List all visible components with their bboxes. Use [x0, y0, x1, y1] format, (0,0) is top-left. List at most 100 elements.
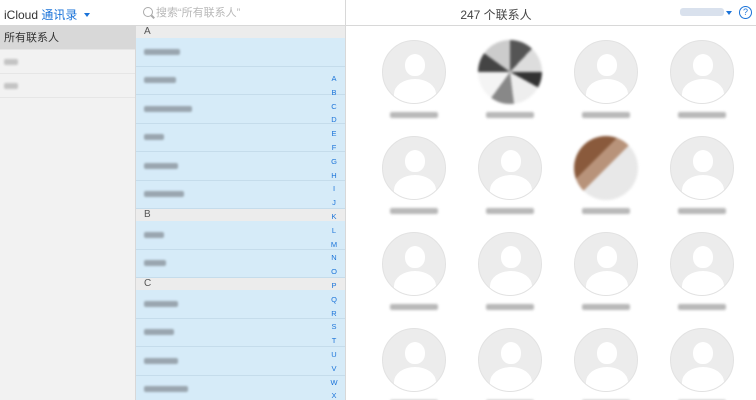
index-letter-f[interactable]: F: [326, 141, 342, 155]
contact-card[interactable]: [470, 328, 550, 400]
search-input[interactable]: [156, 4, 336, 22]
app-switcher-label[interactable]: 通讯录: [41, 8, 77, 22]
index-letter-w[interactable]: W: [326, 376, 342, 390]
alphabet-index[interactable]: ABCDEFGHIJKLMNOPQRSTUVWX: [326, 72, 342, 400]
index-letter-d[interactable]: D: [326, 113, 342, 127]
search-box[interactable]: [136, 0, 346, 26]
person-silhouette-icon: [682, 367, 724, 391]
index-letter-k[interactable]: K: [326, 210, 342, 224]
contact-card[interactable]: [566, 40, 646, 132]
contact-card[interactable]: [374, 232, 454, 324]
list-item[interactable]: [136, 290, 345, 319]
contact-name-redacted: [678, 112, 726, 118]
index-letter-e[interactable]: E: [326, 127, 342, 141]
person-silhouette-icon: [682, 175, 724, 199]
contact-count-title: 247 个联系人: [460, 8, 532, 22]
list-item[interactable]: [136, 38, 345, 67]
section-header-b: B: [136, 209, 345, 221]
index-letter-u[interactable]: U: [326, 348, 342, 362]
person-silhouette-icon: [501, 150, 521, 172]
index-letter-m[interactable]: M: [326, 238, 342, 252]
list-item[interactable]: [136, 181, 345, 209]
list-item[interactable]: [136, 319, 345, 347]
account-name[interactable]: [680, 8, 724, 16]
index-letter-i[interactable]: I: [326, 182, 342, 196]
contact-card[interactable]: [470, 136, 550, 228]
contact-card[interactable]: [662, 232, 742, 324]
person-silhouette-icon: [586, 271, 628, 295]
index-letter-q[interactable]: Q: [326, 293, 342, 307]
person-silhouette-icon: [682, 79, 724, 103]
contact-avatar: [574, 40, 638, 104]
index-letter-v[interactable]: V: [326, 362, 342, 376]
contact-avatar: [382, 40, 446, 104]
index-letter-c[interactable]: C: [326, 100, 342, 114]
person-silhouette-icon: [597, 342, 617, 364]
contact-avatar: [574, 328, 638, 392]
contact-name-redacted: [582, 304, 630, 310]
contact-card[interactable]: [374, 136, 454, 228]
contact-name-redacted: [486, 208, 534, 214]
index-letter-n[interactable]: N: [326, 251, 342, 265]
list-item[interactable]: [136, 347, 345, 376]
help-icon[interactable]: ?: [739, 6, 752, 19]
index-letter-o[interactable]: O: [326, 265, 342, 279]
contact-card[interactable]: [662, 136, 742, 228]
person-silhouette-icon: [597, 246, 617, 268]
contact-card[interactable]: [566, 232, 646, 324]
group-item[interactable]: [0, 74, 135, 98]
index-letter-r[interactable]: R: [326, 307, 342, 321]
list-item[interactable]: [136, 221, 345, 250]
person-silhouette-icon: [597, 54, 617, 76]
person-silhouette-icon: [693, 246, 713, 268]
contact-card[interactable]: [374, 40, 454, 132]
contact-card[interactable]: [662, 328, 742, 400]
index-letter-s[interactable]: S: [326, 320, 342, 334]
index-letter-h[interactable]: H: [326, 169, 342, 183]
list-item[interactable]: [136, 250, 345, 278]
person-silhouette-icon: [405, 246, 425, 268]
contact-card[interactable]: [662, 40, 742, 132]
index-letter-j[interactable]: J: [326, 196, 342, 210]
list-item[interactable]: [136, 124, 345, 152]
contact-avatar: [382, 232, 446, 296]
list-item[interactable]: [136, 95, 345, 124]
person-silhouette-icon: [490, 367, 532, 391]
contact-card[interactable]: [470, 40, 550, 132]
contact-avatar: [670, 40, 734, 104]
index-letter-g[interactable]: G: [326, 155, 342, 169]
groups-sidebar: 所有联系人: [0, 26, 136, 400]
index-letter-p[interactable]: P: [326, 279, 342, 293]
index-letter-x[interactable]: X: [326, 389, 342, 400]
contact-avatar: [478, 232, 542, 296]
contact-card-grid: [346, 26, 756, 400]
list-item[interactable]: [136, 67, 345, 95]
contact-card[interactable]: [374, 328, 454, 400]
person-silhouette-icon: [405, 150, 425, 172]
contact-avatar: [574, 136, 638, 200]
list-item[interactable]: [136, 376, 345, 400]
group-item-label-redacted: [4, 59, 18, 66]
index-letter-t[interactable]: T: [326, 334, 342, 348]
index-letter-a[interactable]: A: [326, 72, 342, 86]
person-silhouette-icon: [586, 79, 628, 103]
group-item-all-contacts[interactable]: 所有联系人: [0, 26, 135, 50]
person-silhouette-icon: [586, 367, 628, 391]
person-silhouette-icon: [394, 175, 436, 199]
group-item[interactable]: [0, 50, 135, 74]
chevron-down-icon[interactable]: [83, 13, 90, 17]
list-item[interactable]: [136, 152, 345, 181]
index-letter-l[interactable]: L: [326, 224, 342, 238]
contact-card[interactable]: [470, 232, 550, 324]
contact-card[interactable]: [566, 328, 646, 400]
person-silhouette-icon: [501, 246, 521, 268]
contact-list: A B C: [136, 26, 346, 400]
person-silhouette-icon: [693, 342, 713, 364]
contact-name-redacted: [582, 208, 630, 214]
contact-card[interactable]: [566, 136, 646, 228]
account-chevron-down-icon[interactable]: [726, 11, 732, 15]
index-letter-b[interactable]: B: [326, 86, 342, 100]
brand-label: iCloud: [4, 8, 39, 22]
app-title[interactable]: iCloud 通讯录: [4, 6, 90, 23]
person-silhouette-icon: [405, 342, 425, 364]
